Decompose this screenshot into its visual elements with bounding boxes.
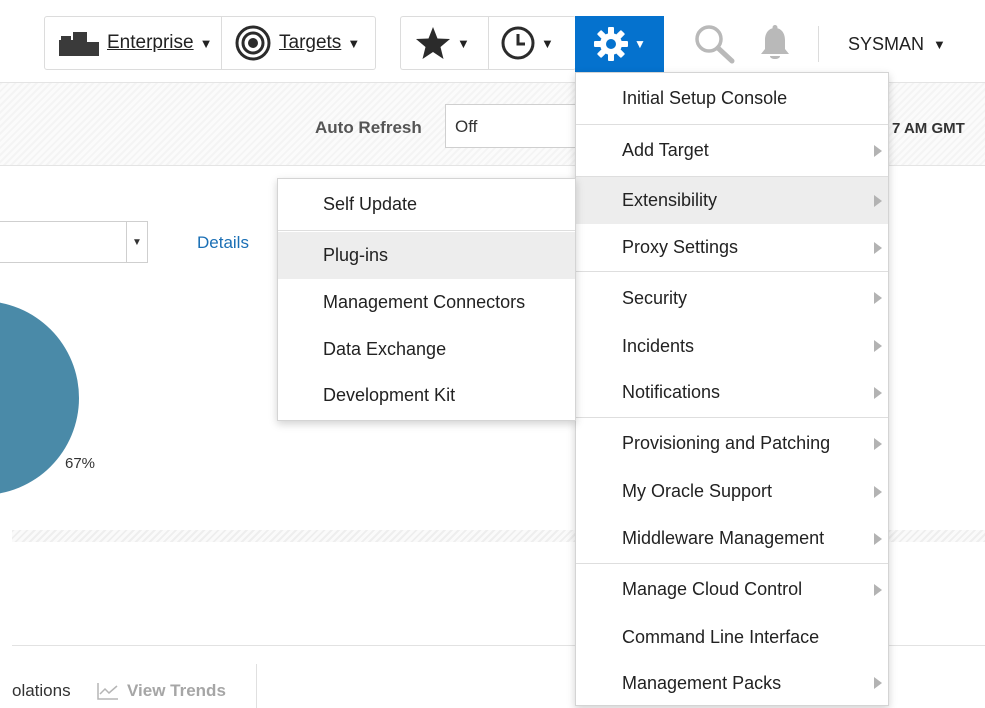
- submenu-arrow-icon: [874, 386, 882, 399]
- target-icon: [235, 25, 271, 61]
- menu-item-self-update[interactable]: Self Update: [278, 179, 575, 230]
- menu-item-label: Extensibility: [622, 190, 718, 210]
- menu-item-label: Middleware Management: [622, 528, 825, 548]
- menu-item-label: Self Update: [323, 194, 418, 214]
- submenu-arrow-icon: [874, 532, 882, 545]
- menu-item-label: Notifications: [622, 382, 721, 402]
- menu-item-label: Data Exchange: [323, 338, 447, 359]
- enterprise-icon: [59, 28, 99, 58]
- dropdown-arrow-icon: ▼: [126, 222, 147, 262]
- menu-item-command-line-interface[interactable]: Command Line Interface: [576, 614, 888, 661]
- region-select[interactable]: ▼: [0, 221, 148, 263]
- star-icon: [415, 26, 451, 60]
- details-link[interactable]: Details: [197, 233, 249, 253]
- favorites-menu-button[interactable]: ▼: [415, 17, 470, 69]
- gear-icon: [593, 26, 629, 62]
- menu-item-label: Manage Cloud Control: [622, 579, 803, 599]
- view-trends-label: View Trends: [127, 681, 226, 700]
- menu-item-initial-setup-console[interactable]: Initial Setup Console: [576, 73, 888, 124]
- nav-group-enterprise-targets: Enterprise ▼ Targets ▼: [44, 16, 376, 70]
- menu-item-label: Provisioning and Patching: [622, 433, 831, 453]
- menu-item-label: Development Kit: [323, 385, 456, 405]
- nav-separator: [221, 17, 222, 69]
- view-trends-button[interactable]: View Trends: [97, 681, 226, 701]
- menu-item-label: Plug-ins: [323, 245, 389, 265]
- auto-refresh-label: Auto Refresh: [315, 118, 422, 137]
- caret-down-icon: ▼: [199, 35, 213, 51]
- submenu-arrow-icon: [874, 485, 882, 498]
- submenu-arrow-icon: [874, 677, 882, 689]
- menu-item-label: Initial Setup Console: [622, 88, 788, 108]
- menu-item-extensibility[interactable]: Extensibility: [576, 177, 888, 224]
- notifications-button[interactable]: [758, 20, 792, 68]
- menu-item-label: My Oracle Support: [622, 481, 773, 501]
- last-refresh-time: 7 AM GMT: [892, 120, 965, 137]
- auto-refresh-select[interactable]: Off: [445, 104, 580, 148]
- menu-item-middleware-management[interactable]: Middleware Management: [576, 515, 888, 562]
- enterprise-label: Enterprise: [107, 32, 194, 53]
- submenu-arrow-icon: [874, 340, 882, 352]
- enterprise-menu-button[interactable]: Enterprise ▼: [59, 17, 212, 69]
- search-icon: [694, 24, 736, 64]
- setup-dropdown-menu: Initial Setup Console Add Target Extensi…: [575, 72, 889, 706]
- menu-item-add-target[interactable]: Add Target: [576, 125, 888, 176]
- menu-separator: [576, 417, 888, 418]
- caret-down-icon: ▼: [541, 35, 554, 51]
- menu-item-data-exchange[interactable]: Data Exchange: [278, 326, 575, 372]
- menu-item-proxy-settings[interactable]: Proxy Settings: [576, 224, 888, 271]
- tab-separator: [256, 664, 257, 708]
- nav-separator: [488, 17, 489, 69]
- menu-item-development-kit[interactable]: Development Kit: [278, 372, 575, 419]
- menu-item-label: Security: [622, 287, 688, 308]
- nav-group-favorites-history: ▼ ▼: [400, 16, 576, 70]
- user-menu-button[interactable]: SYSMAN ▼: [848, 34, 946, 55]
- targets-label: Targets: [279, 32, 342, 53]
- menu-item-management-packs[interactable]: Management Packs: [576, 661, 888, 705]
- setup-menu-button[interactable]: ▼: [575, 16, 664, 72]
- top-navigation-bar: Enterprise ▼ Targets ▼ ▼ ▼ ▼ SYSMAN ▼: [0, 0, 985, 80]
- submenu-arrow-icon: [874, 241, 882, 254]
- submenu-arrow-icon: [874, 583, 882, 596]
- caret-down-icon: ▼: [457, 35, 470, 51]
- violations-tab[interactable]: olations: [12, 681, 71, 701]
- menu-separator: [576, 271, 888, 272]
- caret-down-icon: ▼: [933, 37, 946, 52]
- menu-item-notifications[interactable]: Notifications: [576, 369, 888, 416]
- submenu-arrow-icon: [874, 194, 882, 207]
- clock-icon: [501, 26, 535, 60]
- caret-down-icon: ▼: [347, 35, 361, 51]
- menu-item-incidents[interactable]: Incidents: [576, 323, 888, 369]
- menu-item-label: Management Packs: [622, 672, 782, 693]
- search-button[interactable]: [694, 20, 736, 68]
- trend-chart-icon: [97, 682, 119, 700]
- user-name: SYSMAN: [848, 34, 925, 54]
- menu-item-plug-ins[interactable]: Plug-ins: [278, 232, 575, 279]
- menu-separator: [278, 230, 575, 231]
- menu-item-label: Incidents: [622, 335, 695, 356]
- menu-separator: [576, 563, 888, 564]
- extensibility-submenu: Self Update Plug-ins Management Connecto…: [277, 178, 576, 421]
- menu-item-provisioning-and-patching[interactable]: Provisioning and Patching: [576, 419, 888, 468]
- menu-item-security[interactable]: Security: [576, 273, 888, 323]
- menu-item-manage-cloud-control[interactable]: Manage Cloud Control: [576, 565, 888, 614]
- nav-separator: [818, 26, 819, 62]
- menu-item-label: Add Target: [622, 140, 709, 160]
- menu-item-label: Command Line Interface: [622, 627, 820, 647]
- targets-menu-button[interactable]: Targets ▼: [235, 17, 360, 69]
- menu-item-management-connectors[interactable]: Management Connectors: [278, 279, 575, 326]
- pie-percent-label: 67%: [65, 455, 96, 472]
- history-menu-button[interactable]: ▼: [501, 17, 554, 69]
- menu-item-label: Management Connectors: [323, 292, 526, 312]
- submenu-arrow-icon: [874, 144, 882, 157]
- menu-item-my-oracle-support[interactable]: My Oracle Support: [576, 468, 888, 515]
- bell-icon: [758, 25, 792, 63]
- menu-item-label: Proxy Settings: [622, 237, 739, 257]
- submenu-arrow-icon: [874, 437, 882, 450]
- submenu-arrow-icon: [874, 292, 882, 304]
- caret-down-icon: ▼: [634, 37, 646, 51]
